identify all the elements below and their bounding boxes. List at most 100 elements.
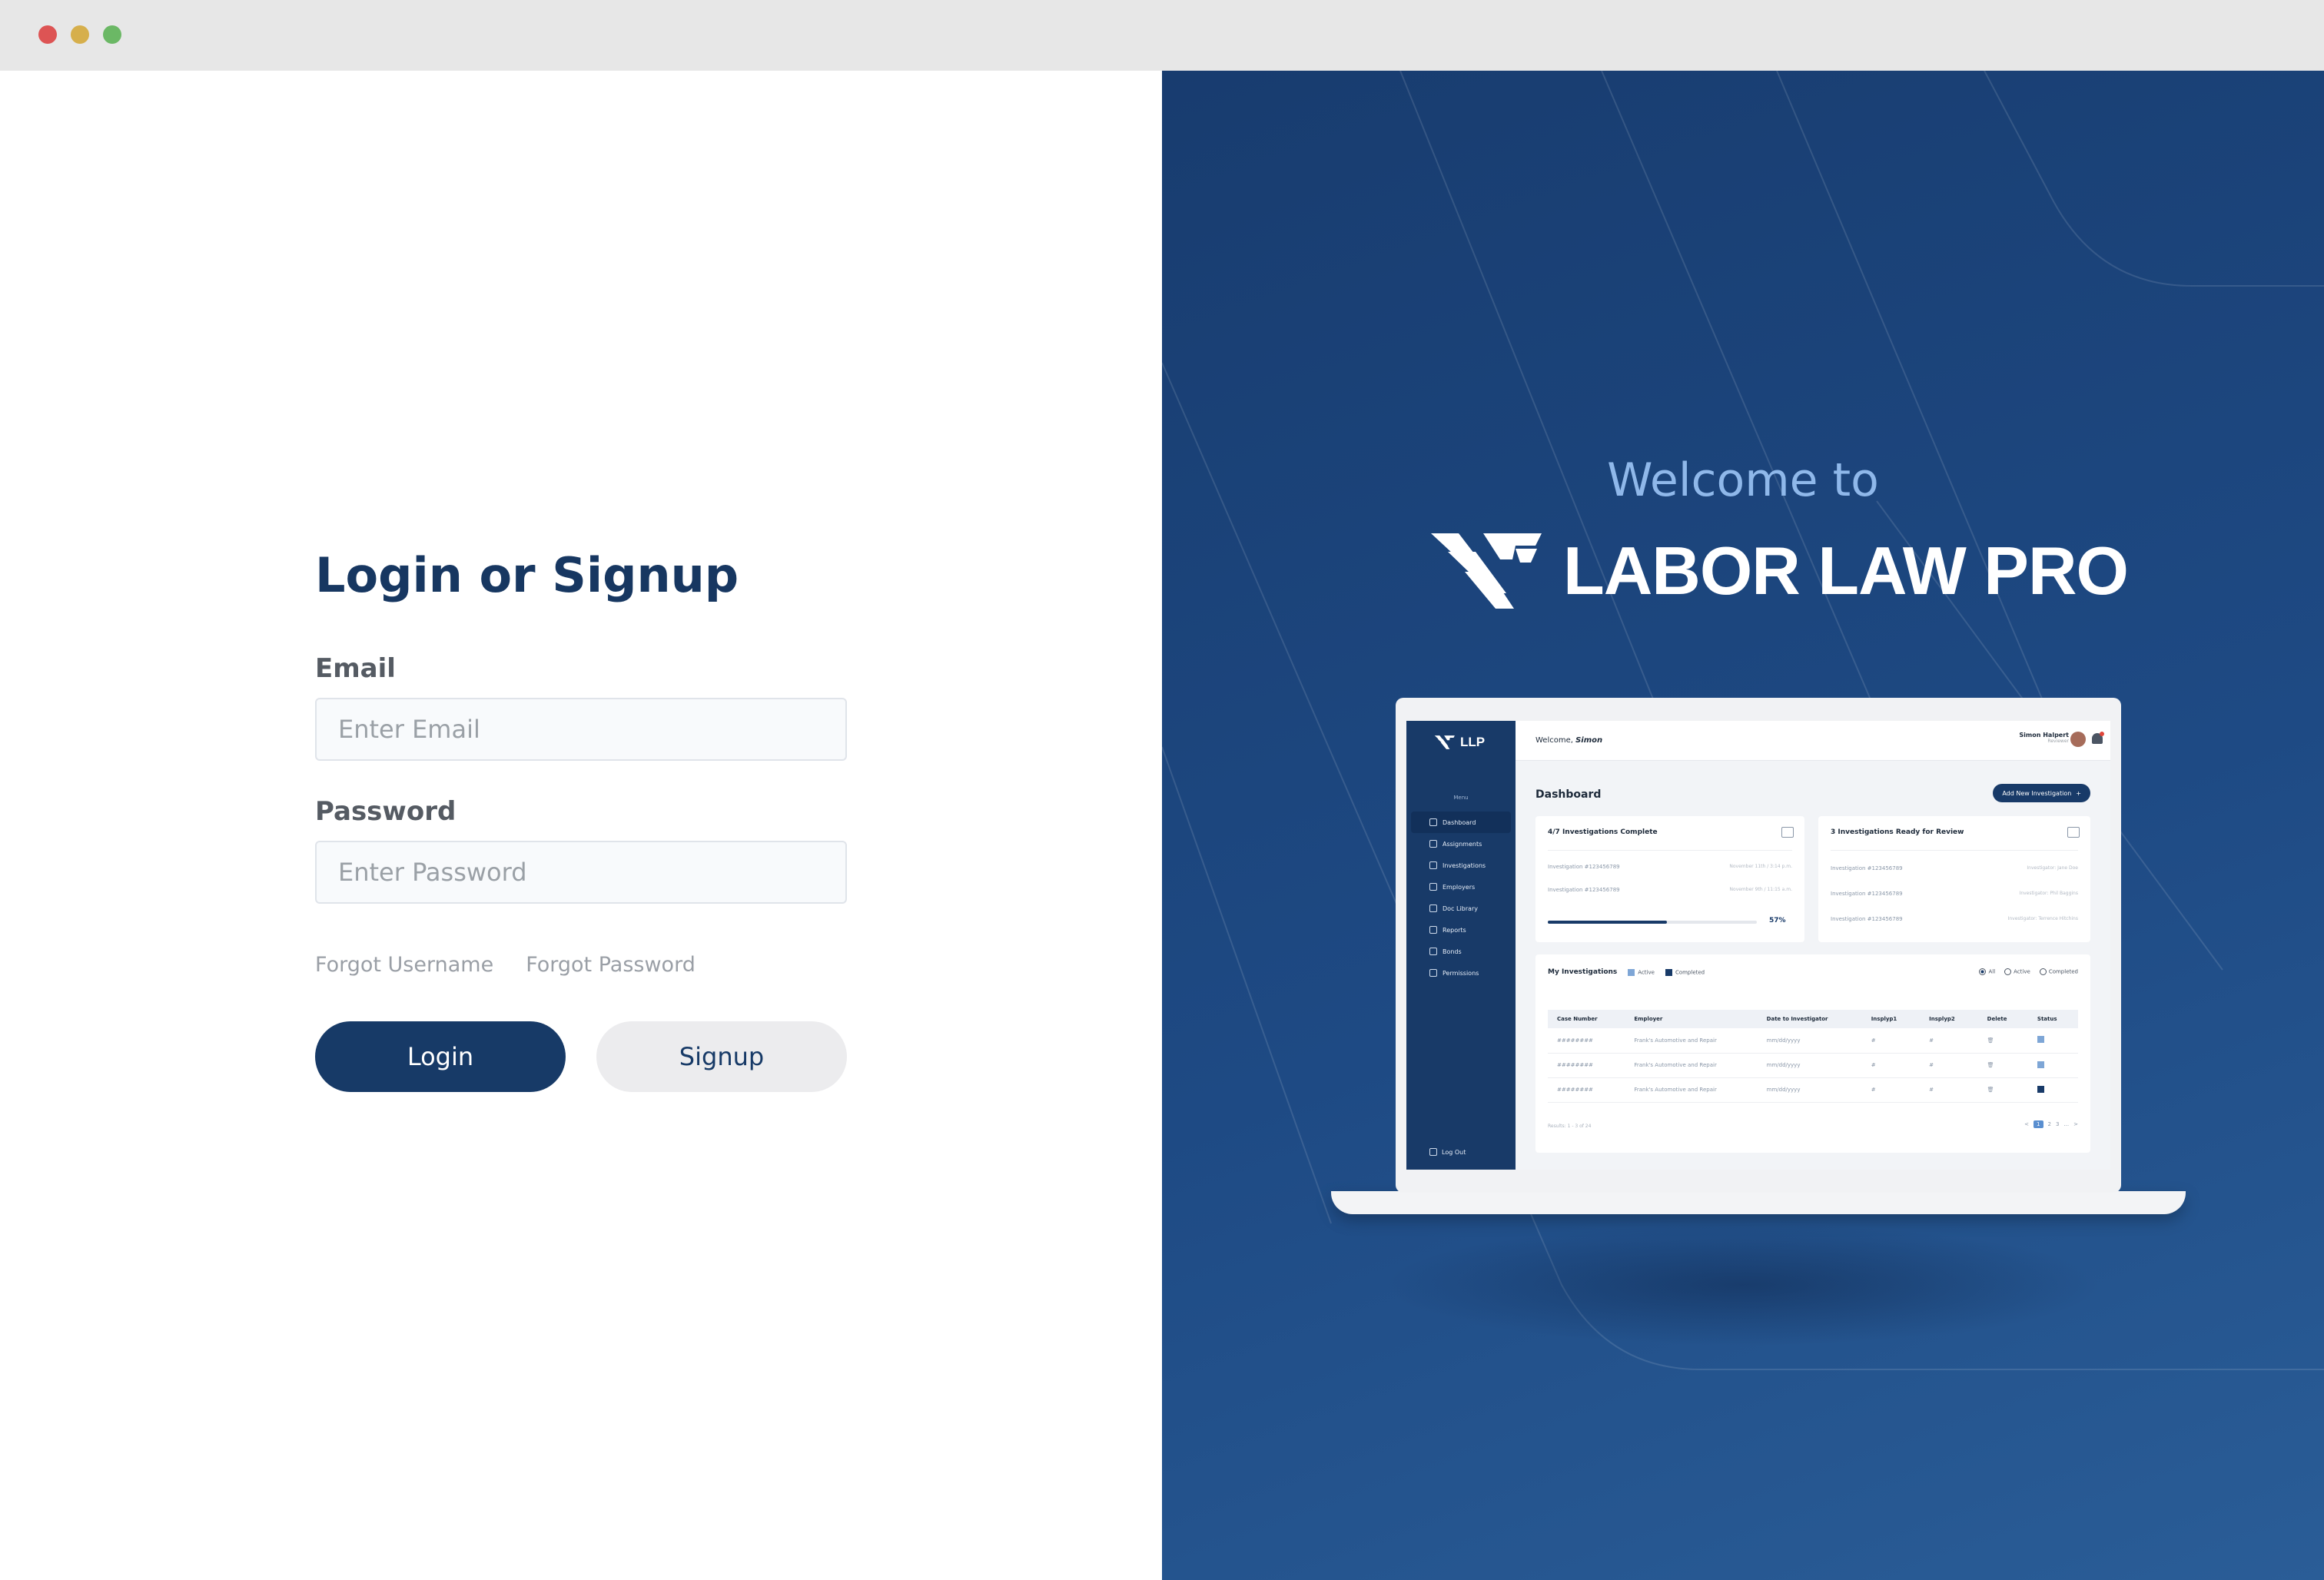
- trash-icon[interactable]: 🗑: [1977, 1077, 2028, 1103]
- table-row[interactable]: ######## Frank's Automotive and Repair m…: [1548, 1028, 2078, 1054]
- cell-case: ########: [1548, 1053, 1625, 1078]
- brand-name: LABOR LAW PRO: [1563, 533, 2129, 609]
- preview-logout[interactable]: Log Out: [1429, 1148, 1466, 1156]
- preview-sidebar: LLP Menu Dashboard Assignments Investiga…: [1406, 721, 1516, 1170]
- login-panel: Login or Signup Email Password Forgot Us…: [0, 71, 1162, 1580]
- list-item[interactable]: Investigation #123456789 November 9th / 1…: [1548, 887, 1792, 893]
- avatar[interactable]: [2070, 732, 2086, 747]
- preview-menu-label: Menu: [1453, 795, 1469, 801]
- list-item[interactable]: Investigation #123456789 November 11th / …: [1548, 864, 1792, 870]
- page-next[interactable]: >: [2073, 1121, 2078, 1127]
- preview-nav-dashboard[interactable]: Dashboard: [1411, 812, 1511, 833]
- trash-icon[interactable]: 🗑: [1977, 1028, 2028, 1054]
- preview-nav-permissions[interactable]: Permissions: [1411, 962, 1511, 984]
- folder-icon: [1429, 905, 1437, 912]
- users-icon: [1429, 883, 1437, 891]
- add-investigation-button[interactable]: Add New Investigation +: [1993, 784, 2090, 802]
- col-insplyp2[interactable]: Insplyp2: [1920, 1010, 1978, 1028]
- llp-logo-icon: [1434, 735, 1455, 749]
- forgot-username-link[interactable]: Forgot Username: [315, 953, 493, 977]
- preview-welcome: Welcome, Simon: [1536, 736, 1603, 745]
- col-status[interactable]: Status: [2027, 1010, 2078, 1028]
- preview-nav: Dashboard Assignments Investigations Emp…: [1411, 812, 1511, 984]
- preview-nav-reports[interactable]: Reports: [1411, 919, 1511, 941]
- cell-case: ########: [1548, 1028, 1625, 1054]
- bonds-icon: [1429, 948, 1437, 955]
- table-row[interactable]: ######## Frank's Automotive and Repair m…: [1548, 1053, 2078, 1078]
- preview-nav-assignments[interactable]: Assignments: [1411, 833, 1511, 855]
- trash-icon[interactable]: 🗑: [1977, 1053, 2028, 1078]
- signup-button[interactable]: Signup: [596, 1021, 847, 1093]
- cell-p1: #: [1861, 1077, 1921, 1103]
- forgot-password-link[interactable]: Forgot Password: [526, 953, 696, 977]
- thumbs-up-icon: [2067, 827, 2080, 838]
- window-titlebar: [0, 0, 2324, 71]
- form-actions: Login Signup: [315, 1021, 847, 1093]
- preview-nav-bonds[interactable]: Bonds: [1411, 941, 1511, 962]
- progress-fill: [1548, 921, 1668, 924]
- col-date[interactable]: Date to Investigator: [1757, 1010, 1862, 1028]
- status-badge: [2037, 1061, 2044, 1068]
- login-form: Login or Signup Email Password Forgot Us…: [315, 547, 847, 1093]
- preview-logo: LLP: [1434, 735, 1485, 750]
- results-count: Results: 1 - 3 of 24: [1548, 1124, 1592, 1129]
- legend-active: Active: [1628, 968, 1655, 976]
- col-case-number[interactable]: Case Number: [1548, 1010, 1625, 1028]
- page-1[interactable]: 1: [2034, 1120, 2043, 1128]
- progress-bar: [1548, 921, 1757, 924]
- page-ellipsis: ...: [2063, 1121, 2070, 1127]
- cell-case: ########: [1548, 1077, 1625, 1103]
- password-field[interactable]: [315, 841, 847, 905]
- list-item[interactable]: Investigation #123456789 Investigator: Ja…: [1831, 865, 2078, 871]
- laptop-base: [1331, 1191, 2186, 1214]
- preview-nav-doc-library[interactable]: Doc Library: [1411, 898, 1511, 919]
- list-item[interactable]: Investigation #123456789 Investigator: Te…: [1831, 916, 2078, 922]
- cell-p1: #: [1861, 1053, 1921, 1078]
- clipboard-icon: [1429, 840, 1437, 848]
- preview-nav-employers[interactable]: Employers: [1411, 876, 1511, 898]
- card-title: My Investigations: [1548, 968, 1618, 976]
- cell-p2: #: [1920, 1077, 1978, 1103]
- table-header: Case Number Employer Date to Investigato…: [1548, 1010, 2078, 1028]
- cell-status: [2027, 1028, 2078, 1054]
- preview-nav-investigations[interactable]: Investigations: [1411, 855, 1511, 876]
- filter-all-radio[interactable]: All: [1979, 968, 1995, 975]
- bell-icon[interactable]: [2092, 732, 2104, 744]
- page-prev[interactable]: <: [2024, 1121, 2029, 1127]
- legend-completed: Completed: [1665, 968, 1705, 976]
- page-3[interactable]: 3: [2056, 1121, 2059, 1127]
- eye-icon: [1429, 861, 1437, 869]
- col-delete[interactable]: Delete: [1977, 1010, 2028, 1028]
- col-insplyp1[interactable]: Insplyp1: [1861, 1010, 1921, 1028]
- logout-icon: [1429, 1148, 1437, 1156]
- grid-icon: [1429, 818, 1437, 826]
- preview-main: Dashboard Add New Investigation + 4/7 Inv…: [1516, 761, 2110, 1170]
- investigations-complete-card: 4/7 Investigations Complete Investigatio…: [1536, 816, 1804, 942]
- divider: [1831, 850, 2078, 851]
- filter-active-radio[interactable]: Active: [2004, 968, 2030, 975]
- table-row[interactable]: ######## Frank's Automotive and Repair m…: [1548, 1077, 2078, 1103]
- page-2[interactable]: 2: [2048, 1121, 2051, 1127]
- laptop-mockup: LLP Menu Dashboard Assignments Investiga…: [1396, 698, 2121, 1193]
- lock-icon: [1429, 969, 1437, 977]
- card-title: 4/7 Investigations Complete: [1548, 828, 1658, 836]
- forgot-links: Forgot Username Forgot Password: [315, 953, 847, 977]
- cell-date: mm/dd/yyyy: [1757, 1028, 1862, 1054]
- dashboard-preview: LLP Menu Dashboard Assignments Investiga…: [1406, 721, 2110, 1170]
- status-filter: All Active Completed: [1979, 968, 2078, 975]
- preview-logo-text: LLP: [1460, 735, 1486, 749]
- email-field[interactable]: [315, 698, 847, 762]
- window-minimize-button[interactable]: [71, 25, 89, 44]
- col-employer[interactable]: Employer: [1625, 1010, 1758, 1028]
- cell-employer: Frank's Automotive and Repair: [1625, 1028, 1758, 1054]
- status-badge: [2037, 1085, 2044, 1093]
- cell-status: [2027, 1077, 2078, 1103]
- status-badge: [2037, 1036, 2044, 1044]
- window-zoom-button[interactable]: [103, 25, 121, 44]
- report-icon: [1429, 926, 1437, 934]
- login-button[interactable]: Login: [315, 1021, 566, 1093]
- divider: [1548, 850, 1792, 851]
- window-close-button[interactable]: [38, 25, 57, 44]
- list-item[interactable]: Investigation #123456789 Investigator: Ph…: [1831, 891, 2078, 897]
- filter-completed-radio[interactable]: Completed: [2039, 968, 2078, 975]
